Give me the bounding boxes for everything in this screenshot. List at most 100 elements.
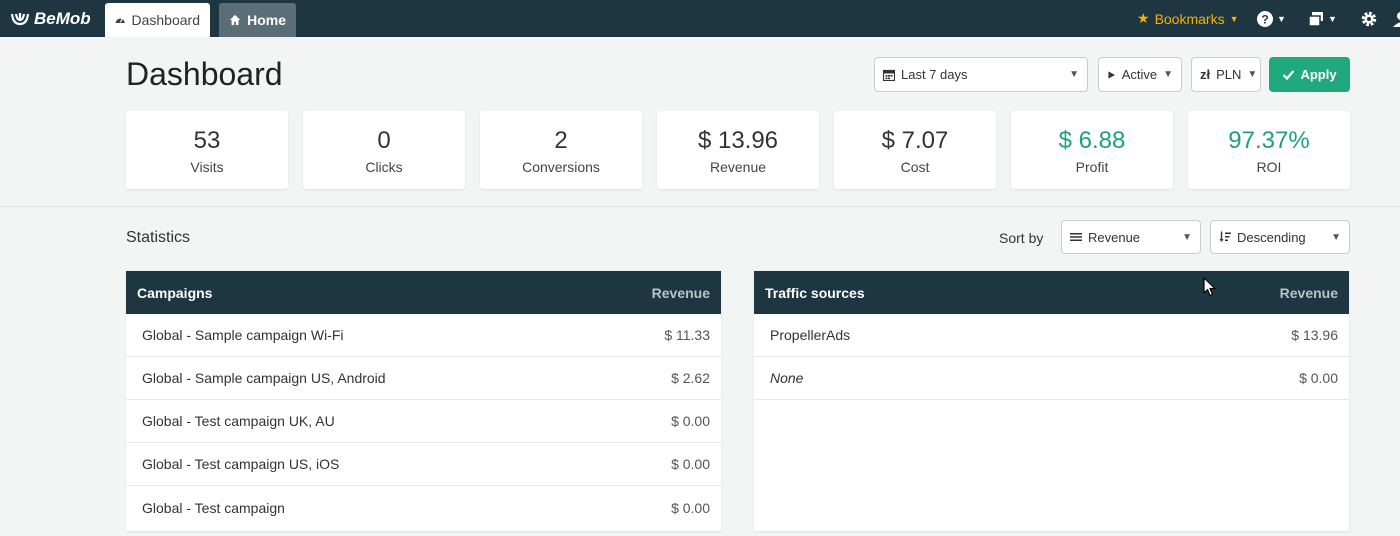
settings-button[interactable] xyxy=(1360,0,1378,37)
metric-value: 53 xyxy=(193,127,221,154)
apply-button[interactable]: Apply xyxy=(1269,57,1350,92)
row-name: Global - Test campaign UK, AU xyxy=(142,413,335,429)
metric-label: Revenue xyxy=(709,159,767,175)
table-header: Campaigns Revenue xyxy=(126,271,721,314)
status-select[interactable]: Active ▼ xyxy=(1098,57,1182,92)
bookmarks-label: Bookmarks xyxy=(1154,10,1225,27)
chevron-down-icon: ▼ xyxy=(1331,231,1341,243)
campaigns-table: Campaigns Revenue Global - Sample campai… xyxy=(126,271,721,531)
row-value: $ 0.00 xyxy=(671,413,710,429)
chevron-down-icon: ▼ xyxy=(1163,69,1173,80)
user-menu[interactable] xyxy=(1392,0,1400,37)
svg-text:?: ? xyxy=(1261,12,1268,26)
table-row[interactable]: Global - Sample campaign US, Android $ 2… xyxy=(126,357,721,400)
metric-label: Clicks xyxy=(365,159,403,175)
currency-value: PLN xyxy=(1216,67,1242,82)
row-value: $ 0.00 xyxy=(1299,370,1338,386)
metric-card-cost: $ 7.07 Cost xyxy=(834,111,996,189)
metric-label: Profit xyxy=(1075,159,1109,175)
chevron-down-icon: ▼ xyxy=(1069,69,1079,80)
chevron-down-icon: ▼ xyxy=(1328,13,1337,24)
table-row[interactable]: Global - Test campaign $ 0.00 xyxy=(126,486,721,529)
dashboard-gauge-icon xyxy=(115,18,125,23)
metric-card-conversions: 2 Conversions xyxy=(480,111,642,189)
row-value: $ 2.62 xyxy=(671,370,710,386)
date-range-select[interactable]: Last 7 days ▼ xyxy=(874,57,1088,92)
sort-field-select[interactable]: Revenue ▼ xyxy=(1061,220,1201,254)
row-value: $ 0.00 xyxy=(671,499,710,516)
chevron-down-icon: ▼ xyxy=(1247,69,1258,80)
statistics-title: Statistics xyxy=(126,229,191,246)
bemob-logo[interactable]: BeMob xyxy=(10,9,91,29)
mouse-cursor-icon xyxy=(1203,277,1216,297)
windows-icon xyxy=(1308,11,1323,27)
metric-card-visits: 53 Visits xyxy=(126,111,288,189)
currency-symbol: zł xyxy=(1200,67,1211,82)
table-row[interactable]: None $ 0.00 xyxy=(754,357,1349,400)
windows-menu[interactable]: ▼ xyxy=(1307,0,1337,37)
row-value: $ 13.96 xyxy=(1291,327,1338,343)
star-icon: ★ xyxy=(1137,10,1150,26)
sort-order-select[interactable]: Descending ▼ xyxy=(1210,220,1350,254)
metric-label: Cost xyxy=(900,159,930,175)
metric-card-clicks: 0 Clicks xyxy=(303,111,465,189)
metric-card-revenue: $ 13.96 Revenue xyxy=(657,111,819,189)
bookmarks-menu[interactable]: ★ Bookmarks ▼ xyxy=(1137,0,1239,37)
metric-label: Visits xyxy=(190,159,224,175)
column-header-revenue[interactable]: Revenue xyxy=(652,285,710,301)
user-icon xyxy=(1393,11,1400,27)
home-icon xyxy=(229,14,241,26)
row-name: None xyxy=(770,370,804,386)
chevron-down-icon: ▼ xyxy=(1229,13,1239,24)
tab-home[interactable]: Home xyxy=(219,3,296,37)
row-value: $ 0.00 xyxy=(671,456,710,472)
table-row[interactable]: Global - Test campaign UK, AU $ 0.00 xyxy=(126,400,721,443)
calendar-icon xyxy=(883,69,895,81)
chevron-down-icon: ▼ xyxy=(1277,13,1286,24)
help-icon: ? xyxy=(1257,10,1273,27)
tab-home-label: Home xyxy=(247,12,286,28)
column-header-revenue[interactable]: Revenue xyxy=(1280,285,1338,301)
row-name: Global - Test campaign xyxy=(142,499,285,516)
status-value: Active xyxy=(1121,67,1158,82)
metric-card-roi: 97.37% ROI xyxy=(1188,111,1350,189)
section-divider xyxy=(0,206,1400,207)
table-header: Traffic sources Revenue xyxy=(754,271,1349,314)
metric-label: ROI xyxy=(1256,159,1282,175)
column-header-campaigns[interactable]: Campaigns xyxy=(137,285,212,301)
column-header-traffic-sources[interactable]: Traffic sources xyxy=(765,285,865,301)
traffic-sources-table: Traffic sources Revenue PropellerAds $ 1… xyxy=(754,271,1349,531)
top-nav-bar: BeMob Dashboard Home ★ Bookmarks ▼ ? ▼ ▼ xyxy=(0,0,1400,37)
sort-descending-icon xyxy=(1219,231,1231,242)
apply-label: Apply xyxy=(1300,67,1337,82)
row-value: $ 11.33 xyxy=(664,327,710,343)
metric-card-profit: $ 6.88 Profit xyxy=(1011,111,1173,189)
tab-dashboard-label: Dashboard xyxy=(131,12,201,28)
metric-value: $ 13.96 xyxy=(697,127,779,154)
list-icon xyxy=(1070,233,1082,241)
currency-select[interactable]: zł PLN ▼ xyxy=(1191,57,1261,92)
table-row[interactable]: Global - Test campaign US, iOS $ 0.00 xyxy=(126,443,721,486)
logo-icon xyxy=(10,13,30,26)
sort-field-value: Revenue xyxy=(1088,229,1141,245)
gear-icon xyxy=(1361,11,1377,26)
metric-label: Conversions xyxy=(522,159,600,175)
metric-value: 0 xyxy=(377,127,391,154)
tab-dashboard[interactable]: Dashboard xyxy=(105,3,210,37)
metric-value: 97.37% xyxy=(1228,127,1310,154)
sort-order-value: Descending xyxy=(1237,229,1306,245)
table-row[interactable]: PropellerAds $ 13.96 xyxy=(754,314,1349,357)
metric-value: $ 6.88 xyxy=(1058,127,1126,154)
chevron-down-icon: ▼ xyxy=(1182,231,1192,243)
row-name: Global - Sample campaign Wi-Fi xyxy=(142,327,344,343)
metric-value: $ 7.07 xyxy=(881,127,949,154)
table-row[interactable]: Global - Sample campaign Wi-Fi $ 11.33 xyxy=(126,314,721,357)
page-title: Dashboard xyxy=(126,56,283,92)
help-menu[interactable]: ? ▼ xyxy=(1256,0,1286,37)
play-icon xyxy=(1108,70,1115,79)
row-name: Global - Test campaign US, iOS xyxy=(142,456,340,472)
metric-value: 2 xyxy=(554,127,568,154)
check-icon xyxy=(1283,70,1295,81)
row-name: Global - Sample campaign US, Android xyxy=(142,370,386,386)
sort-by-label: Sort by xyxy=(999,230,1044,246)
